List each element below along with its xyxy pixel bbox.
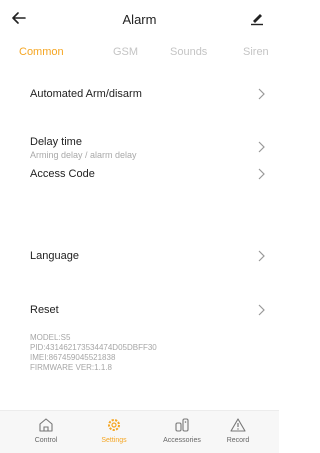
pencil-icon (251, 14, 263, 26)
device-firmware: FIRMWARE VER:1.1.8 (30, 363, 112, 372)
setting-reset-label: Reset (30, 304, 59, 316)
nav-record[interactable]: Record (208, 417, 268, 444)
device-imei: IMEI:867459045521838 (30, 353, 116, 362)
setting-language[interactable]: Language (0, 242, 279, 270)
tab-siren[interactable]: Siren (243, 46, 269, 58)
gear-icon (108, 419, 120, 431)
nav-control-label: Control (34, 437, 58, 444)
setting-delay-time-subtitle: Arming delay / alarm delay (30, 150, 137, 160)
tab-common[interactable]: Common (19, 46, 64, 58)
setting-delay-time[interactable]: Delay time Arming delay / alarm delay (0, 128, 279, 162)
nav-accessories[interactable]: Accessories (152, 417, 212, 444)
nav-accessories-label: Accessories (163, 437, 201, 444)
bottom-nav: Control Settings Accessories Record (0, 410, 279, 453)
page-title: Alarm (122, 12, 157, 27)
app-header: Alarm (0, 0, 279, 40)
nav-settings-label: Settings (101, 437, 127, 444)
nav-record-label: Record (226, 437, 250, 444)
setting-reset[interactable]: Reset (0, 296, 279, 324)
setting-access-code[interactable]: Access Code (0, 160, 279, 188)
home-icon (39, 418, 53, 432)
warning-icon (230, 418, 246, 432)
tab-sounds[interactable]: Sounds (170, 46, 207, 58)
setting-access-code-label: Access Code (30, 168, 95, 180)
chevron-right-icon (258, 168, 265, 180)
chevron-right-icon (258, 141, 265, 153)
tab-bar: Common GSM Sounds Siren (0, 40, 279, 64)
setting-delay-time-label: Delay time (30, 136, 82, 148)
setting-automated-arm[interactable]: Automated Arm/disarm (0, 80, 279, 108)
nav-settings[interactable]: Settings (84, 417, 144, 444)
chevron-right-icon (258, 88, 265, 100)
setting-language-label: Language (30, 250, 79, 262)
device-pid: PID:431462173534474D05DBFF30 (30, 343, 157, 352)
device-model: MODEL:S5 (30, 333, 71, 342)
nav-control[interactable]: Control (16, 417, 76, 444)
setting-automated-arm-label: Automated Arm/disarm (30, 88, 142, 100)
edit-button[interactable] (249, 10, 267, 28)
sensor-icon (175, 418, 189, 432)
chevron-right-icon (258, 304, 265, 316)
tab-gsm[interactable]: GSM (113, 46, 138, 58)
chevron-right-icon (258, 250, 265, 262)
device-info: MODEL:S5 PID:431462173534474D05DBFF30 IM… (30, 333, 157, 373)
